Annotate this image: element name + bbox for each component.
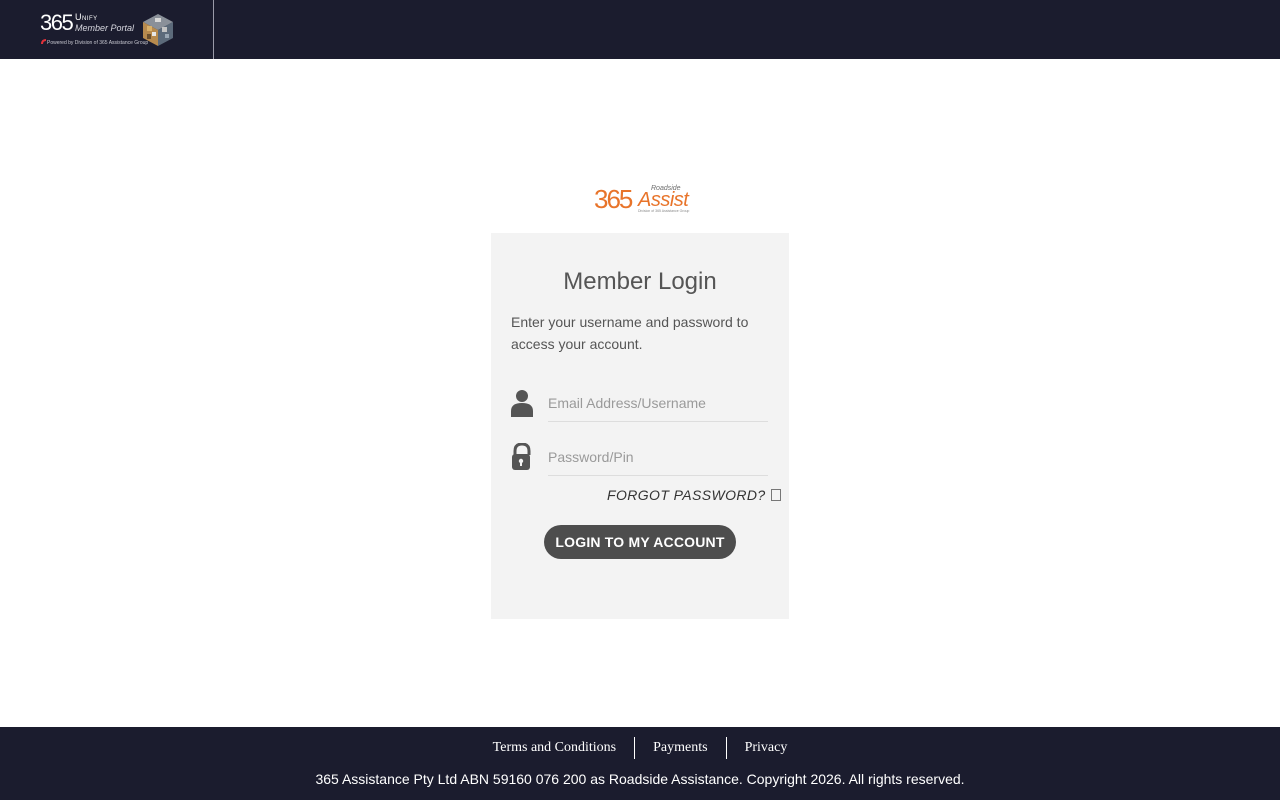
top-bar: 365 Unify Member Portal Powered by Divis… (0, 0, 1280, 59)
password-input[interactable] (548, 439, 768, 476)
roadside-assist-logo: 365 Roadside Assist Division of 365 Assi… (594, 184, 690, 216)
forgot-password-link[interactable]: FORGOT PASSWORD? (607, 487, 766, 503)
login-button[interactable]: LOGIN TO MY ACCOUNT (544, 525, 736, 559)
user-icon (511, 390, 533, 417)
logo-subtitle: Division of 365 Assistance Group (638, 209, 690, 213)
login-card: Member Login Enter your username and pas… (491, 233, 789, 619)
lock-icon (512, 443, 531, 470)
footer-link-privacy[interactable]: Privacy (727, 737, 806, 759)
brand-logo-portal: Member Portal (75, 23, 135, 33)
login-description: Enter your username and password to acce… (511, 314, 749, 352)
checkbox-icon (771, 489, 781, 501)
brand-logo-number: 365 (40, 10, 74, 35)
password-field (511, 439, 769, 479)
logo-assist: Assist (638, 189, 689, 211)
brand-powered-text: Powered by Division of 365 Assistance Gr… (47, 40, 149, 46)
logo-number: 365 (594, 184, 633, 214)
brand-logo[interactable]: 365 Unify Member Portal Powered by Divis… (0, 0, 214, 59)
username-input[interactable] (548, 385, 768, 422)
footer-link-terms[interactable]: Terms and Conditions (475, 737, 634, 759)
brand-logo-unify: Unify (75, 12, 98, 22)
cube-logo-icon (143, 14, 173, 46)
page-title: Member Login (563, 268, 717, 295)
copyright-text: 365 Assistance Pty Ltd ABN 59160 076 200… (315, 771, 965, 787)
footer-links: Terms and Conditions Payments Privacy (0, 737, 1280, 759)
username-field (511, 385, 769, 425)
footer-link-payments[interactable]: Payments (635, 737, 725, 759)
footer: Terms and Conditions Payments Privacy 36… (0, 727, 1280, 800)
